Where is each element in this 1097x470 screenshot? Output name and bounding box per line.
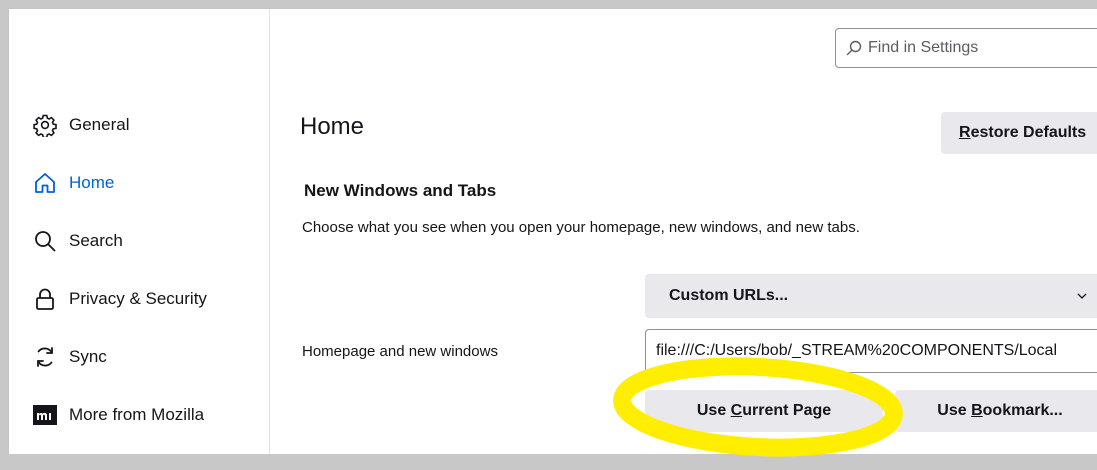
search-icon <box>846 40 862 56</box>
search-icon <box>31 227 59 255</box>
sidebar-item-label: General <box>69 115 130 134</box>
chevron-down-icon <box>1077 293 1087 299</box>
sidebar-item-label: Privacy & Security <box>69 289 207 308</box>
sidebar-item-home[interactable]: Home <box>31 166 114 200</box>
section-title: New Windows and Tabs <box>304 181 497 200</box>
mozilla-logo-icon <box>31 401 59 429</box>
sync-icon <box>31 343 59 371</box>
use-current-page-button[interactable]: Use Current Page <box>645 390 883 432</box>
settings-window: General Home Search Privacy & Security S… <box>8 8 1097 454</box>
use-bookmark-suffix: ookmark... <box>982 402 1063 419</box>
sidebar-item-privacy[interactable]: Privacy & Security <box>31 282 207 316</box>
sidebar-item-label: Search <box>69 231 123 250</box>
sidebar-item-label: Home <box>69 173 115 192</box>
homepage-url-input[interactable] <box>645 329 1097 373</box>
gear-icon <box>31 111 59 139</box>
lock-icon <box>31 285 59 313</box>
restore-defaults-button[interactable]: Restore Defaults <box>941 112 1097 154</box>
homepage-mode-select[interactable]: Custom URLs... <box>645 274 1097 318</box>
homepage-mode-value: Custom URLs... <box>669 287 789 304</box>
use-current-prefix: Use <box>696 402 731 419</box>
homepage-field-label: Homepage and new windows <box>302 343 498 360</box>
sidebar-item-label: More from Mozilla <box>69 405 205 424</box>
sidebar-item-more-from-mozilla[interactable]: More from Mozilla <box>31 398 204 432</box>
main-content: Home Restore Defaults New Windows and Ta… <box>271 9 1097 454</box>
bottom-frame-bar <box>0 454 1097 470</box>
restore-label-rest: estore Defaults <box>970 124 1087 141</box>
find-in-settings-box[interactable] <box>835 28 1097 68</box>
sidebar-item-label: Sync <box>69 347 107 366</box>
use-bookmark-button[interactable]: Use Bookmark... <box>895 390 1097 432</box>
use-bookmark-prefix: Use <box>937 402 972 419</box>
sidebar-item-sync[interactable]: Sync <box>31 340 107 374</box>
section-description: Choose what you see when you open your h… <box>302 219 860 236</box>
use-current-suffix: urrent Page <box>742 402 832 419</box>
sidebar: General Home Search Privacy & Security S… <box>9 9 270 454</box>
find-in-settings-input[interactable] <box>868 39 1088 57</box>
use-current-accesskey: C <box>730 402 743 419</box>
restore-accesskey: R <box>959 124 971 141</box>
home-icon <box>31 169 59 197</box>
page-title: Home <box>300 113 365 140</box>
sidebar-item-general[interactable]: General <box>31 108 129 142</box>
sidebar-item-search[interactable]: Search <box>31 224 123 258</box>
use-bookmark-accesskey: B <box>971 402 983 419</box>
